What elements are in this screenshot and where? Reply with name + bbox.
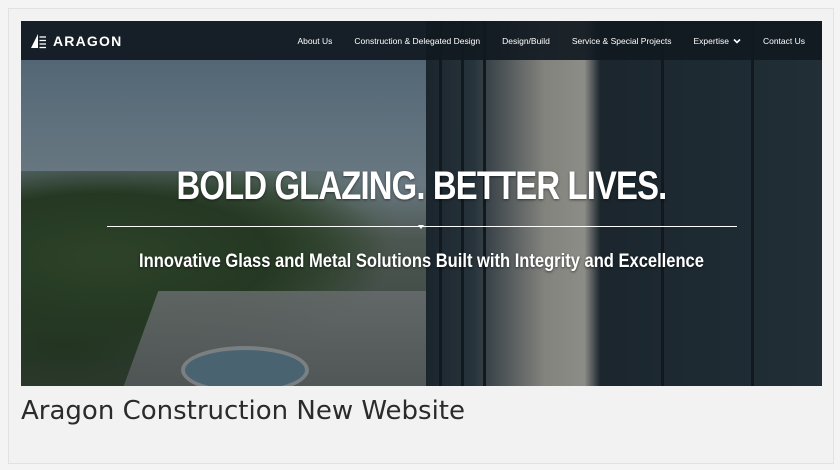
nav-item-label: Design/Build [502,35,550,46]
chevron-down-icon [733,38,741,44]
nav-item-label: Contact Us [762,35,805,46]
main-nav: About Us Construction & Delegated Design… [286,36,816,46]
logo-icon [31,33,46,48]
nav-item-about-us[interactable]: About Us [286,36,343,46]
logo-text: ARAGON [53,32,123,49]
logo[interactable]: ARAGON [29,33,122,49]
hero-subheadline: Innovative Glass and Metal Solutions Bui… [139,251,704,272]
nav-item-label: Construction & Delegated Design [354,35,481,46]
nav-item-label: About Us [297,35,333,46]
project-caption[interactable]: Aragon Construction New Website [21,396,465,426]
nav-item-construction-delegated-design[interactable]: Construction & Delegated Design [343,36,491,46]
nav-item-label: Expertise [693,35,729,46]
nav-item-service-special-projects[interactable]: Service & Special Projects [561,36,683,46]
nav-item-expertise[interactable]: Expertise [683,36,752,46]
divider-chevron-icon [418,225,424,229]
nav-item-contact-us[interactable]: Contact Us [752,36,816,46]
site-navbar: ARAGON About Us Construction & Delegated… [21,21,822,60]
hero-banner: ARAGON About Us Construction & Delegated… [21,21,822,386]
nav-item-design-build[interactable]: Design/Build [491,36,561,46]
hero-headline: BOLD GLAZING. BETTER LIVES. [176,164,668,208]
nav-item-label: Service & Special Projects [571,35,672,46]
